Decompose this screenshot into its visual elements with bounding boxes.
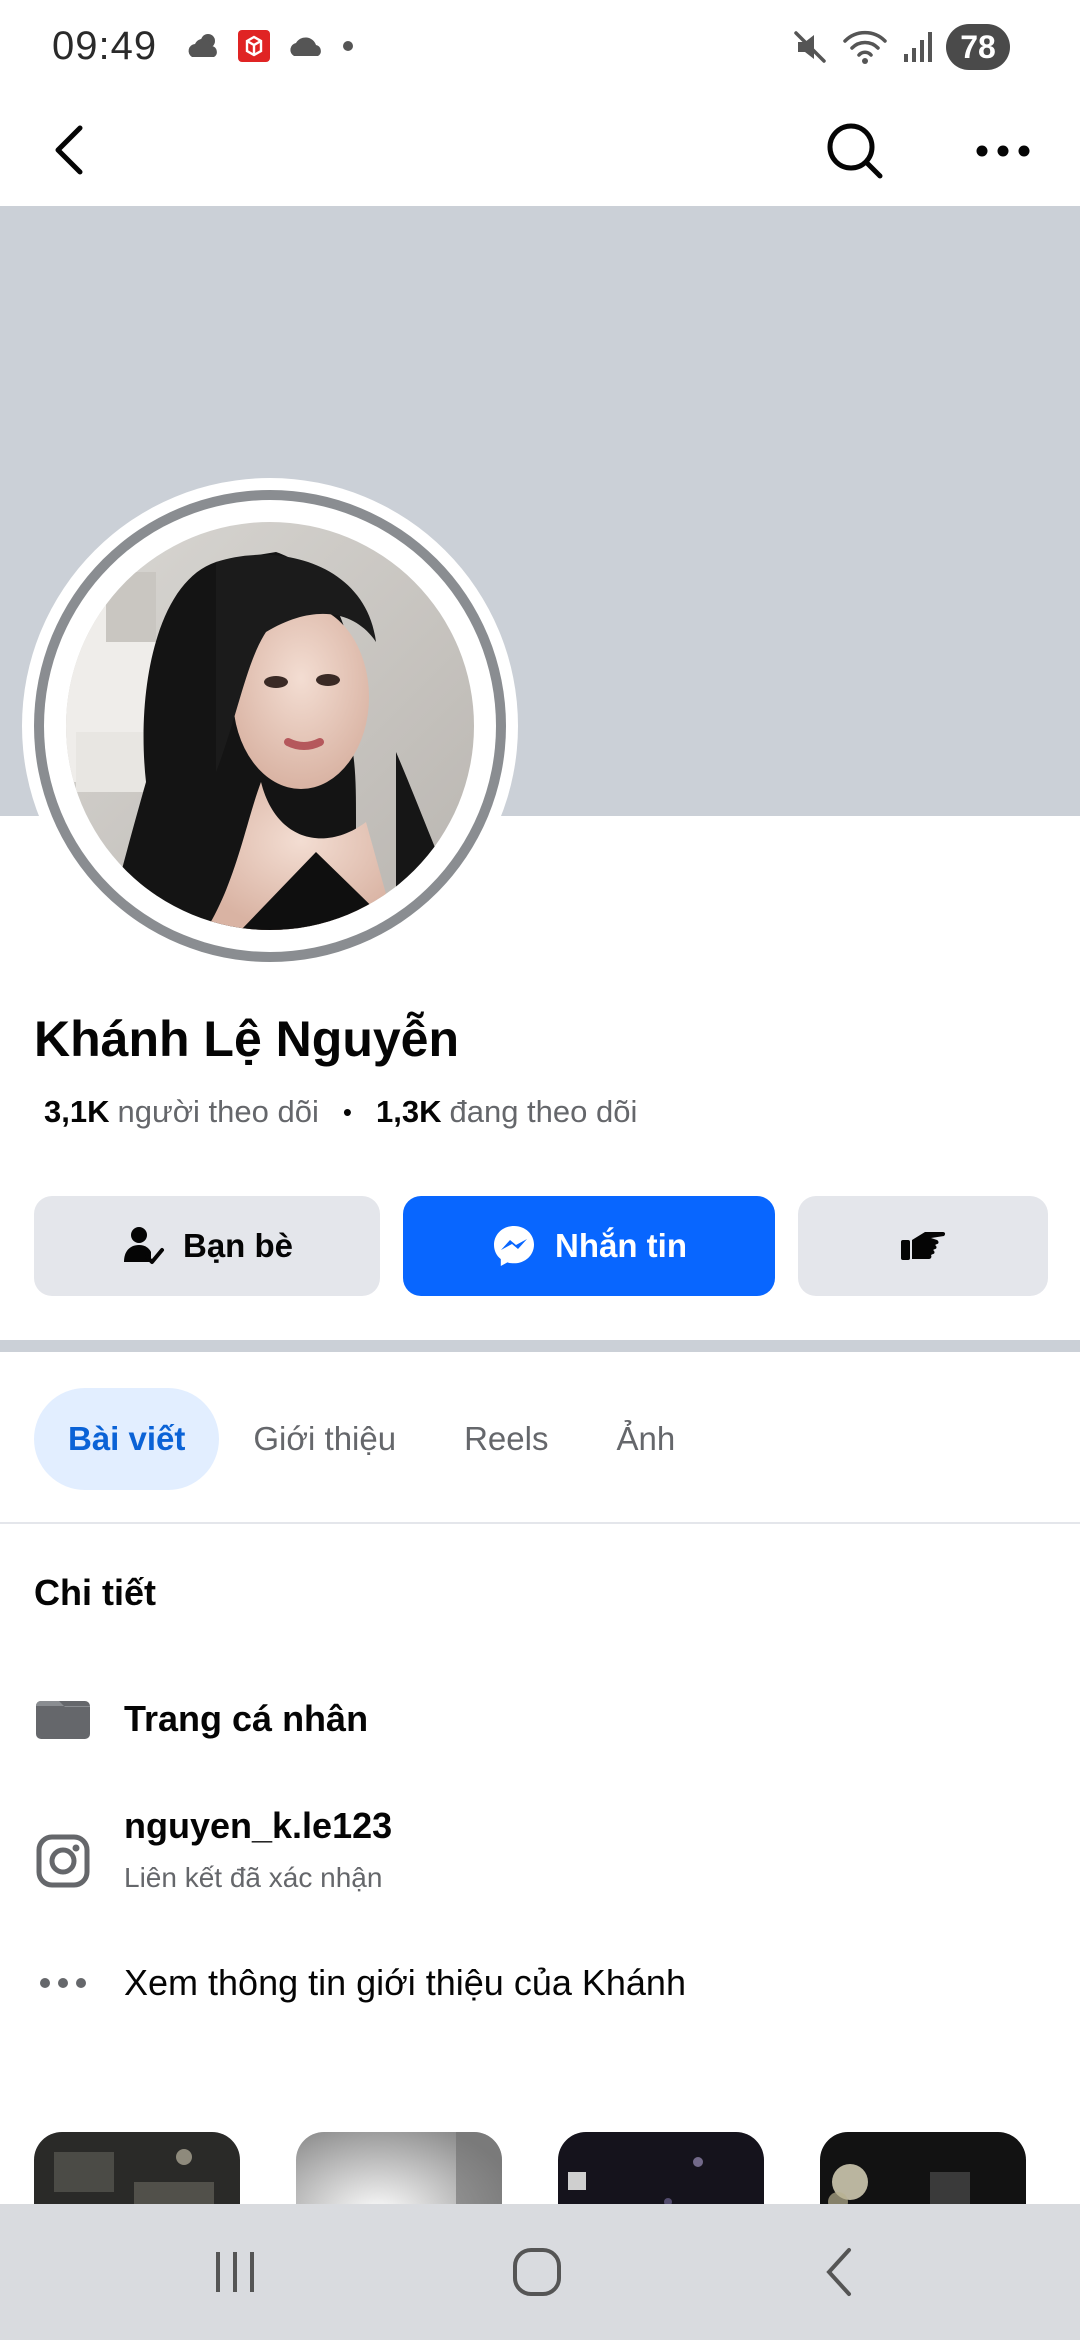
profile-avatar[interactable] xyxy=(66,522,474,930)
tab-posts[interactable]: Bài viết xyxy=(34,1388,220,1490)
tab-photos[interactable]: Ảnh xyxy=(582,1388,709,1490)
avatar-image xyxy=(66,522,474,930)
more-icon[interactable] xyxy=(968,116,1038,186)
status-time: 09:49 xyxy=(52,24,158,68)
tab-reels[interactable]: Reels xyxy=(430,1388,582,1490)
status-right-icons: 78 xyxy=(792,24,1010,70)
status-bar: 09:49 78 xyxy=(0,0,1080,98)
app-header xyxy=(0,98,1080,206)
profile-tabs: Bài viết Giới thiệu Reels Ảnh xyxy=(34,1388,709,1490)
poke-hand-icon xyxy=(901,1232,946,1260)
profile-card-icon xyxy=(36,1701,90,1739)
back-arrow-icon[interactable] xyxy=(40,118,104,182)
messenger-icon xyxy=(494,1226,534,1266)
friends-button[interactable]: Bạn bè xyxy=(34,1196,380,1296)
dot-icon xyxy=(343,41,353,51)
recent-apps-icon[interactable] xyxy=(200,2240,270,2304)
signal-icon xyxy=(904,32,932,62)
instagram-icon xyxy=(36,1834,90,1888)
mute-icon xyxy=(794,31,826,63)
system-nav-bar xyxy=(0,2204,1080,2340)
search-icon[interactable] xyxy=(820,116,890,186)
followers-label[interactable]: người theo dõi xyxy=(117,1094,318,1130)
message-button[interactable]: Nhắn tin xyxy=(403,1196,775,1296)
app-red-icon xyxy=(238,30,270,62)
friend-check-icon xyxy=(123,1227,164,1264)
following-label[interactable]: đang theo dõi xyxy=(449,1094,637,1130)
nav-back-icon[interactable] xyxy=(805,2240,875,2304)
detail-instagram[interactable]: nguyen_k.le123 Liên kết đã xác nhận xyxy=(34,1804,392,1894)
tab-about[interactable]: Giới thiệu xyxy=(219,1388,430,1490)
poke-button[interactable] xyxy=(798,1196,1048,1296)
instagram-username[interactable]: nguyen_k.le123 xyxy=(124,1804,392,1848)
following-count[interactable]: 1,3K xyxy=(376,1094,441,1130)
message-button-label: Nhắn tin xyxy=(555,1227,687,1264)
details-title: Chi tiết xyxy=(34,1572,156,1613)
detail-profile-type: Trang cá nhân xyxy=(34,1690,368,1748)
detail-profile-type-label: Trang cá nhân xyxy=(124,1698,369,1739)
instagram-verified-text: Liên kết đã xác nhận xyxy=(124,1862,383,1893)
followers-count[interactable]: 3,1K xyxy=(44,1094,109,1130)
home-icon[interactable] xyxy=(502,2240,572,2304)
follow-stats: 3,1K người theo dõi • 1,3K đang theo dõi xyxy=(44,1094,637,1130)
stats-separator: • xyxy=(342,1096,352,1127)
cloud-icon xyxy=(290,37,321,56)
detail-see-about[interactable]: Xem thông tin giới thiệu của Khánh xyxy=(34,1954,686,2012)
battery-indicator: 78 xyxy=(946,24,1010,70)
section-divider xyxy=(0,1340,1080,1352)
tabs-divider xyxy=(0,1522,1080,1524)
cloud-weather-icon xyxy=(188,34,217,57)
profile-name: Khánh Lệ Nguyễn xyxy=(34,1011,460,1067)
see-about-label[interactable]: Xem thông tin giới thiệu của Khánh xyxy=(124,1954,686,2012)
friends-button-label: Bạn bè xyxy=(182,1227,294,1264)
status-left-icons xyxy=(186,30,354,62)
more-dots-icon xyxy=(40,1978,86,1988)
wifi-icon xyxy=(843,30,887,64)
